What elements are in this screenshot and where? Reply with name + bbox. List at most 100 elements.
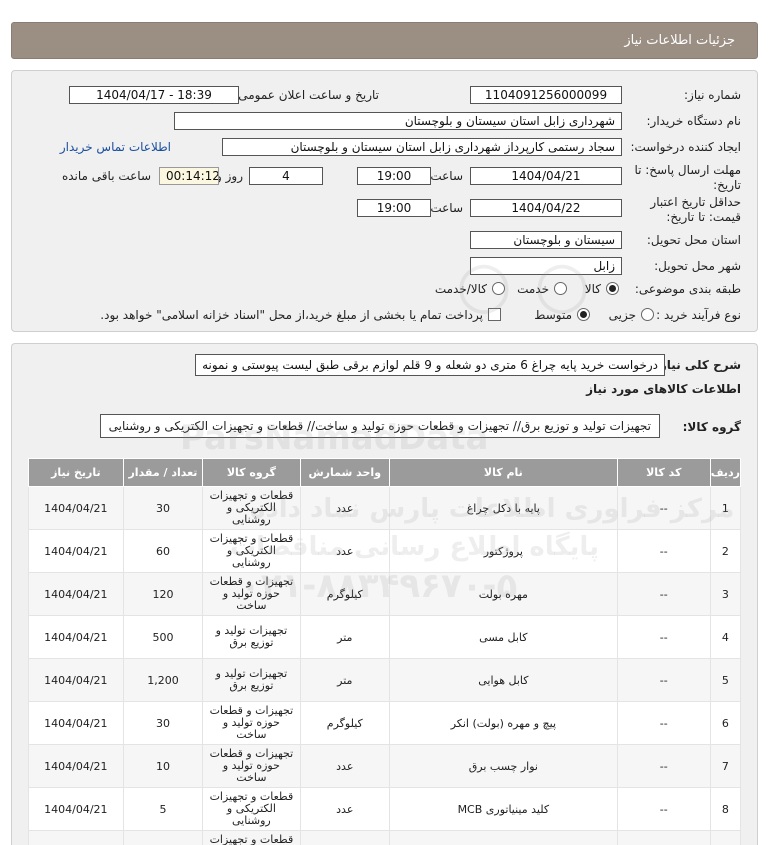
table-row: 6 -- پیچ و مهره (بولت) انکر کیلوگرم تجهیزات …: [28, 701, 742, 745]
cell-goods-code: --: [616, 787, 711, 831]
announce-label: تاریخ و ساعت اعلان عمومی:: [234, 88, 379, 102]
col-goods-code: کد کالا: [616, 458, 711, 487]
goods-table: ردیف کد کالا نام کالا واحد شمارش گروه کا…: [28, 458, 742, 845]
cell-need-date: 1404/04/21: [28, 615, 124, 659]
cell-row-number: 5: [709, 658, 742, 702]
requester-field[interactable]: سجاد رستمی کارپرداز شهرداری زابل استان س…: [222, 138, 622, 156]
need-info-panel: شماره نیاز: 1104091256000099 تاریخ و ساع…: [11, 70, 758, 332]
category-radio-goods[interactable]: [606, 282, 619, 295]
city-label: شهر محل تحویل:: [654, 259, 741, 273]
cell-goods-name: کلید مینیاتوری MCB: [388, 787, 618, 831]
category-radio-service[interactable]: [554, 282, 567, 295]
need-number-field[interactable]: 1104091256000099: [470, 86, 622, 104]
buyer-field[interactable]: شهرداری زابل استان سیستان و بلوچستان: [174, 112, 622, 130]
treasury-checkbox[interactable]: [488, 308, 501, 321]
requester-label: ایجاد کننده درخواست:: [630, 140, 741, 154]
page-title: جزئیات اطلاعات نیاز: [624, 33, 735, 48]
table-row: 5 -- کابل هوایی متر تجهیزات تولید و توزیع بر…: [28, 658, 742, 702]
cell-goods-code: --: [616, 572, 711, 616]
cell-unit: متر: [299, 658, 390, 702]
process-radio-minor[interactable]: [641, 308, 654, 321]
table-row: 2 -- پروژکتور عدد قطعات و تجهیزات الکتریکی و…: [28, 529, 742, 573]
category-radio-goods-service[interactable]: [492, 282, 505, 295]
cell-goods-code: --: [616, 658, 711, 702]
cell-need-date: 1404/04/21: [28, 744, 124, 788]
cell-goods-name: مهره بولت: [388, 572, 618, 616]
description-field: درخواست خرید پایه چراغ 6 متری دو شعله و …: [195, 354, 665, 376]
cell-goods-name: کابل مسی: [388, 615, 618, 659]
col-quantity: تعداد / مقدار: [122, 458, 204, 487]
deadline-label-2: تاریخ:: [713, 178, 741, 192]
validity-label: حداقل تاریخ اعتبار: [650, 195, 741, 209]
cell-goods-name: کلیپس کابل: [388, 830, 618, 845]
city-field[interactable]: زابل: [470, 257, 622, 275]
process-label: نوع فرآیند خرید :: [656, 308, 741, 322]
process-radio-medium[interactable]: [577, 308, 590, 321]
cell-unit: عدد: [299, 744, 390, 788]
goods-info-title: اطلاعات کالاهای مورد نیاز: [586, 382, 741, 396]
table-row: 3 -- مهره بولت کیلوگرم تجهیزات و قطعات حوزه …: [28, 572, 742, 616]
need-number-label: شماره نیاز:: [684, 88, 741, 102]
cell-unit: عدد: [299, 486, 390, 530]
cell-goods-name: نوار چسب برق: [388, 744, 618, 788]
table-row: 7 -- نوار چسب برق عدد تجهیزات و قطعات حوزه ت…: [28, 744, 742, 788]
cell-goods-group: تجهیزات تولید و توزیع برق: [202, 658, 301, 702]
cell-quantity: 30: [122, 701, 204, 745]
cell-row-number: 7: [709, 744, 742, 788]
cell-row-number: 8: [709, 787, 742, 831]
cell-row-number: 2: [709, 529, 742, 573]
cell-row-number: 6: [709, 701, 742, 745]
table-row: 8 -- کلید مینیاتوری MCB عدد قطعات و تجهیزات …: [28, 787, 742, 831]
cell-goods-group: قطعات و تجهیزات الکتریکی و روشنایی: [202, 529, 301, 573]
col-goods-name: نام کالا: [388, 458, 618, 487]
buyer-label: نام دستگاه خریدار:: [646, 114, 742, 128]
cell-unit: عدد: [299, 529, 390, 573]
cell-goods-code: --: [616, 744, 711, 788]
cell-need-date: 1404/04/21: [28, 830, 124, 845]
col-unit: واحد شمارش: [299, 458, 390, 487]
cell-quantity: 500: [122, 615, 204, 659]
cell-row-number: 4: [709, 615, 742, 659]
cell-need-date: 1404/04/21: [28, 658, 124, 702]
cell-row-number: 9: [709, 830, 742, 845]
col-need-date: تاریخ نیاز: [28, 458, 124, 487]
buyer-contact-link[interactable]: اطلاعات تماس خریدار: [60, 140, 171, 154]
validity-time-field[interactable]: 19:00: [357, 199, 431, 217]
cell-unit: کیلوگرم: [299, 701, 390, 745]
table-row: 9--کلیپس کابلعددقطعات و تجهیزات الکتریکی…: [28, 830, 742, 845]
deadline-time-field[interactable]: 19:00: [357, 167, 431, 185]
cell-unit: کیلوگرم: [299, 572, 390, 616]
validity-date-field[interactable]: 1404/04/22: [470, 199, 622, 217]
cell-unit: عدد: [299, 830, 390, 845]
cell-goods-group: تجهیزات و قطعات حوزه تولید و ساخت: [202, 572, 301, 616]
deadline-date-field[interactable]: 1404/04/21: [470, 167, 622, 185]
cell-goods-group: قطعات و تجهیزات الکتریکی و روشنایی: [202, 830, 301, 845]
announce-field[interactable]: 1404/04/17 - 18:39: [69, 86, 239, 104]
table-row: 4 -- کابل مسی متر تجهیزات تولید و توزیع برق 5…: [28, 615, 742, 659]
cell-goods-group: قطعات و تجهیزات الکتریکی و روشنایی: [202, 486, 301, 530]
province-label: استان محل تحویل:: [646, 233, 741, 247]
cell-quantity: 1,200: [122, 658, 204, 702]
goods-group-label: گروه کالا:: [682, 420, 741, 434]
cell-goods-group: قطعات و تجهیزات الکتریکی و روشنایی: [202, 787, 301, 831]
process-option-minor: جزیی: [608, 308, 636, 322]
cell-quantity: 60: [122, 529, 204, 573]
validity-time-label: ساعت: [430, 201, 463, 215]
goods-group-field: تجهیزات تولید و توزیع برق// تجهیزات و قط…: [99, 414, 660, 438]
cell-quantity: 100: [122, 830, 204, 845]
category-option-goods-service: کالا/خدمت: [434, 282, 487, 296]
cell-goods-code: --: [616, 486, 711, 530]
table-row: 1 -- پایه با دکل چراغ عدد قطعات و تجهیزات ال…: [28, 486, 742, 530]
cell-goods-code: --: [616, 615, 711, 659]
cell-quantity: 5: [122, 787, 204, 831]
treasury-note: پرداخت تمام یا بخشی از مبلغ خرید،از محل …: [100, 308, 483, 322]
province-field[interactable]: سیستان و بلوچستان: [470, 231, 622, 249]
cell-unit: متر: [299, 615, 390, 659]
cell-row-number: 1: [709, 486, 742, 530]
category-option-service: خدمت: [517, 282, 549, 296]
cell-unit: عدد: [299, 787, 390, 831]
table-header-row: ردیف کد کالا نام کالا واحد شمارش گروه کا…: [28, 458, 742, 487]
days-remaining-field: 4: [249, 167, 323, 185]
category-label: طبقه بندی موضوعی:: [634, 282, 741, 296]
cell-goods-code: --: [616, 701, 711, 745]
